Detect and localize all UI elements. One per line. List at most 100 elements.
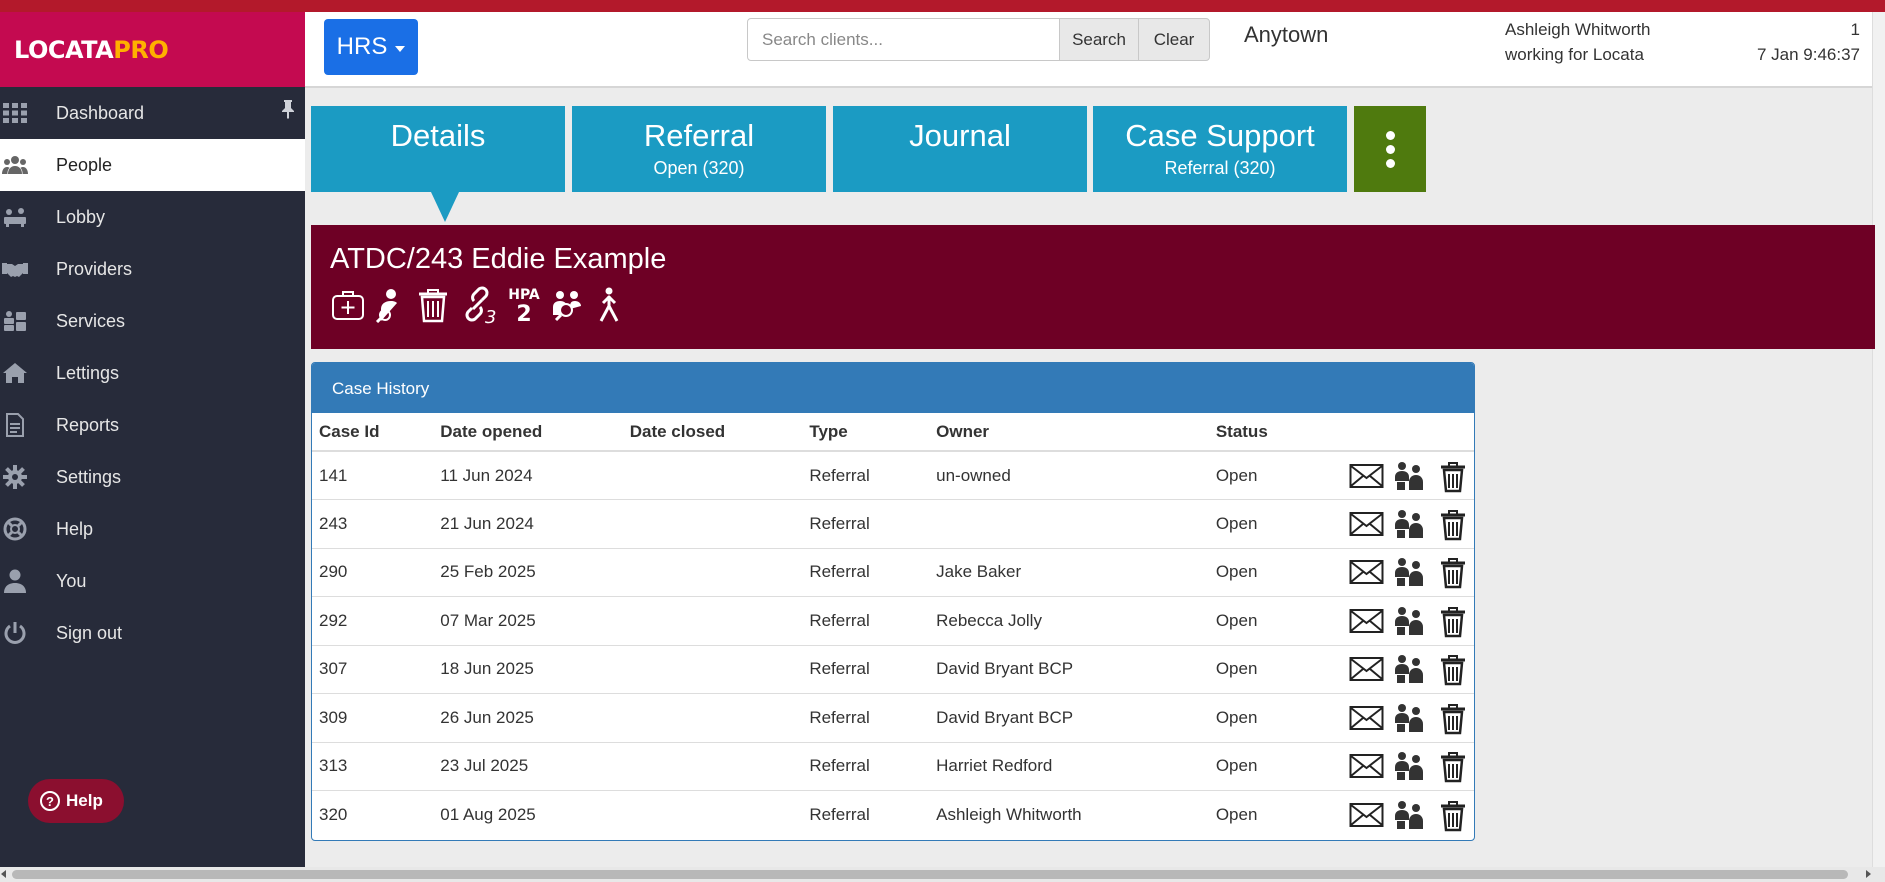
sidebar-item-help[interactable]: Help bbox=[0, 503, 305, 555]
mail-icon[interactable] bbox=[1349, 751, 1384, 781]
services-icon bbox=[2, 308, 28, 334]
cell-closed bbox=[622, 693, 803, 742]
cell-opened: 18 Jun 2025 bbox=[433, 644, 623, 694]
cell-owner: Jake Baker bbox=[929, 547, 1209, 597]
tab-case-support[interactable]: Case Support Referral (320) bbox=[1093, 106, 1347, 192]
sidebar-item-settings[interactable]: Settings bbox=[0, 451, 305, 503]
tab-details[interactable]: Details bbox=[311, 106, 565, 192]
clear-button[interactable]: Clear bbox=[1138, 18, 1210, 61]
cell-type: Referral bbox=[802, 499, 930, 548]
scroll-right-icon[interactable] bbox=[1866, 870, 1871, 878]
tab-journal[interactable]: Journal bbox=[833, 106, 1087, 192]
module-dropdown-button[interactable]: HRS bbox=[324, 19, 418, 75]
transfer-people-icon[interactable] bbox=[1394, 654, 1429, 684]
sidebar-item-dashboard[interactable]: Dashboard bbox=[0, 87, 305, 139]
sidebar-item-reports[interactable]: Reports bbox=[0, 399, 305, 451]
cell-owner: un-owned bbox=[929, 450, 1209, 500]
transfer-people-icon[interactable] bbox=[1394, 461, 1429, 491]
group-search-icon[interactable] bbox=[550, 287, 586, 323]
sidebar-item-lettings[interactable]: Lettings bbox=[0, 347, 305, 399]
mail-icon[interactable] bbox=[1349, 800, 1384, 830]
column-header-owner[interactable]: Owner bbox=[929, 413, 1209, 452]
column-header-type[interactable]: Type bbox=[802, 413, 930, 452]
table-row[interactable]: 290 25 Feb 2025 Referral Jake Baker Open bbox=[312, 547, 1474, 597]
person-search-icon[interactable] bbox=[374, 287, 408, 323]
logo[interactable]: LOCATAPRO bbox=[0, 12, 305, 87]
search-input[interactable] bbox=[747, 18, 1060, 61]
trash-icon[interactable] bbox=[1439, 751, 1474, 783]
cell-status: Open bbox=[1208, 450, 1317, 500]
mail-icon[interactable] bbox=[1349, 703, 1384, 733]
walking-person-icon[interactable] bbox=[594, 287, 624, 323]
cell-status: Open bbox=[1208, 790, 1317, 839]
help-float-button[interactable]: ? Help bbox=[28, 779, 124, 823]
scrollbar-thumb[interactable] bbox=[12, 870, 1848, 879]
link-count-icon[interactable]: 3 bbox=[458, 285, 498, 325]
table-row[interactable]: 309 26 Jun 2025 Referral David Bryant BCP Op… bbox=[312, 693, 1474, 742]
cell-status: Open bbox=[1208, 644, 1317, 694]
sidebar-item-lobby[interactable]: Lobby bbox=[0, 191, 305, 243]
sidebar-item-label: Settings bbox=[56, 466, 122, 487]
cell-opened: 11 Jun 2024 bbox=[433, 450, 623, 500]
column-header-case-id[interactable]: Case Id bbox=[312, 413, 434, 452]
top-header: HRS Search Clear Anytown Ashleigh Whitwo… bbox=[305, 12, 1872, 88]
mail-icon[interactable] bbox=[1349, 557, 1384, 587]
mail-icon[interactable] bbox=[1349, 461, 1384, 491]
trash-icon[interactable] bbox=[416, 287, 450, 323]
transfer-people-icon[interactable] bbox=[1394, 800, 1429, 830]
transfer-people-icon[interactable] bbox=[1394, 751, 1429, 781]
more-options-button[interactable] bbox=[1354, 106, 1426, 192]
cell-status: Open bbox=[1208, 693, 1317, 742]
table-row[interactable]: 320 01 Aug 2025 Referral Ashleigh Whitworth… bbox=[312, 790, 1474, 839]
scroll-left-icon[interactable] bbox=[1, 870, 6, 878]
sidebar-item-sign-out[interactable]: Sign out bbox=[0, 607, 305, 659]
cell-case-id: 243 bbox=[312, 499, 434, 548]
cell-closed bbox=[622, 644, 803, 694]
transfer-people-icon[interactable] bbox=[1394, 557, 1429, 587]
sidebar-item-providers[interactable]: Providers bbox=[0, 243, 305, 295]
sidebar: LOCATAPRO Dashboard People Lobby Provide… bbox=[0, 12, 305, 867]
trash-icon[interactable] bbox=[1439, 606, 1474, 637]
mail-icon[interactable] bbox=[1349, 509, 1384, 539]
trash-icon[interactable] bbox=[1439, 703, 1474, 734]
vertical-scrollbar[interactable] bbox=[1872, 12, 1885, 867]
transfer-people-icon[interactable] bbox=[1394, 606, 1429, 636]
trash-icon[interactable] bbox=[1439, 654, 1474, 686]
notification-count[interactable]: 1 bbox=[1851, 20, 1860, 40]
table-row[interactable]: 307 18 Jun 2025 Referral David Bryant BCP Op… bbox=[312, 644, 1474, 694]
table-row[interactable]: 313 23 Jul 2025 Referral Harriet Redford Ope… bbox=[312, 741, 1474, 791]
table-row[interactable]: 141 11 Jun 2024 Referral un-owned Open bbox=[312, 450, 1474, 500]
column-header-date-closed[interactable]: Date closed bbox=[622, 413, 803, 452]
client-name: ATDC/243 Eddie Example bbox=[330, 243, 667, 275]
sidebar-item-services[interactable]: Services bbox=[0, 295, 305, 347]
transfer-people-icon[interactable] bbox=[1394, 509, 1429, 539]
trash-icon[interactable] bbox=[1439, 800, 1474, 832]
column-header-status[interactable]: Status bbox=[1208, 413, 1317, 452]
pin-icon[interactable] bbox=[281, 99, 295, 124]
tab-subtitle: Open (320) bbox=[653, 158, 745, 178]
hpa-count-icon[interactable]: HPA 2 bbox=[506, 286, 542, 324]
tab-subtitle: Referral (320) bbox=[1164, 158, 1276, 178]
cell-opened: 23 Jul 2025 bbox=[433, 741, 623, 791]
lobby-icon bbox=[2, 204, 28, 230]
trash-icon[interactable] bbox=[1439, 461, 1474, 492]
sidebar-item-you[interactable]: You bbox=[0, 555, 305, 607]
table-row[interactable]: 292 07 Mar 2025 Referral Rebecca Jolly Open bbox=[312, 596, 1474, 645]
mail-icon[interactable] bbox=[1349, 654, 1384, 684]
sidebar-item-people[interactable]: People bbox=[0, 139, 305, 191]
column-header-date-opened[interactable]: Date opened bbox=[433, 413, 623, 452]
transfer-people-icon[interactable] bbox=[1394, 703, 1429, 733]
horizontal-scrollbar[interactable] bbox=[0, 867, 1885, 882]
medical-bag-icon[interactable] bbox=[330, 287, 366, 323]
case-history-panel: Case History Case Id Date opened Date cl… bbox=[311, 362, 1475, 841]
client-banner: ATDC/243 Eddie Example 3 HPA 2 bbox=[311, 225, 1875, 349]
sidebar-item-label: People bbox=[56, 154, 113, 175]
power-icon bbox=[2, 620, 28, 646]
case-history-table: Case Id Date opened Date closed Type Own… bbox=[312, 413, 1474, 839]
tab-referral[interactable]: Referral Open (320) bbox=[572, 106, 826, 192]
trash-icon[interactable] bbox=[1439, 557, 1474, 589]
mail-icon[interactable] bbox=[1349, 606, 1384, 636]
search-button[interactable]: Search bbox=[1059, 18, 1139, 61]
trash-icon[interactable] bbox=[1439, 509, 1474, 540]
table-row[interactable]: 243 21 Jun 2024 Referral Open bbox=[312, 499, 1474, 548]
